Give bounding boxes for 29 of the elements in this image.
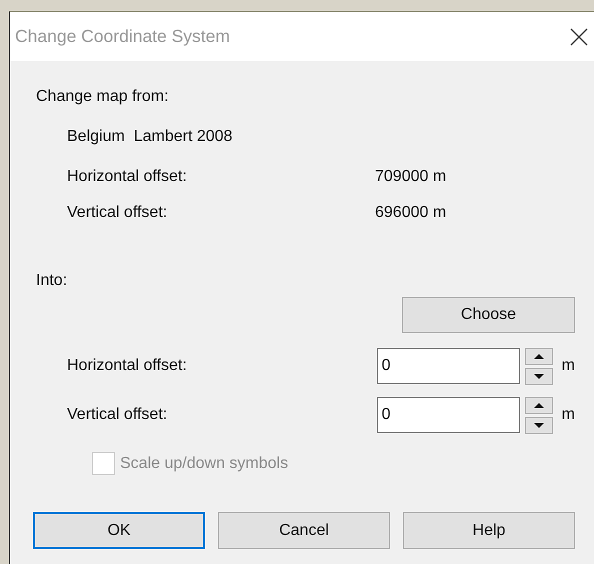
- section-heading: Change map from:: [36, 87, 170, 107]
- triangle-down-icon: [532, 422, 545, 428]
- field-label: Vertical offset:: [67, 406, 168, 424]
- coordinate-system-name: Belgium Lambert 2008: [67, 127, 234, 147]
- window-title: Change Coordinate System: [15, 26, 230, 47]
- close-icon: [570, 28, 588, 46]
- field-label: Vertical offset:: [67, 203, 168, 223]
- spin-up-button[interactable]: [524, 396, 553, 414]
- input-field[interactable]: 0: [376, 348, 520, 384]
- spin-down-button[interactable]: [524, 368, 553, 384]
- triangle-up-icon: [532, 352, 545, 360]
- field-value: 696000 m: [375, 203, 446, 223]
- field-label: Horizontal offset:: [67, 167, 188, 187]
- unit-label: m: [562, 406, 575, 424]
- input-field[interactable]: 0: [376, 397, 520, 433]
- dialog-button[interactable]: Help: [403, 512, 575, 549]
- dialog-button[interactable]: OK: [33, 512, 205, 549]
- field-value: 709000 m: [375, 167, 446, 187]
- unit-label: m: [562, 357, 575, 375]
- triangle-up-icon: [532, 402, 545, 408]
- spin-up-button[interactable]: [524, 348, 553, 364]
- choose-button[interactable]: Choose: [402, 297, 575, 333]
- field-label: Horizontal offset:: [67, 357, 188, 375]
- close-button[interactable]: [570, 28, 588, 46]
- checkbox-label: Scale up/down symbols: [120, 454, 288, 472]
- dialog-button[interactable]: Cancel: [218, 512, 390, 549]
- spin-down-button[interactable]: [524, 416, 553, 434]
- triangle-down-icon: [532, 372, 545, 380]
- section-heading: Into:: [36, 271, 68, 291]
